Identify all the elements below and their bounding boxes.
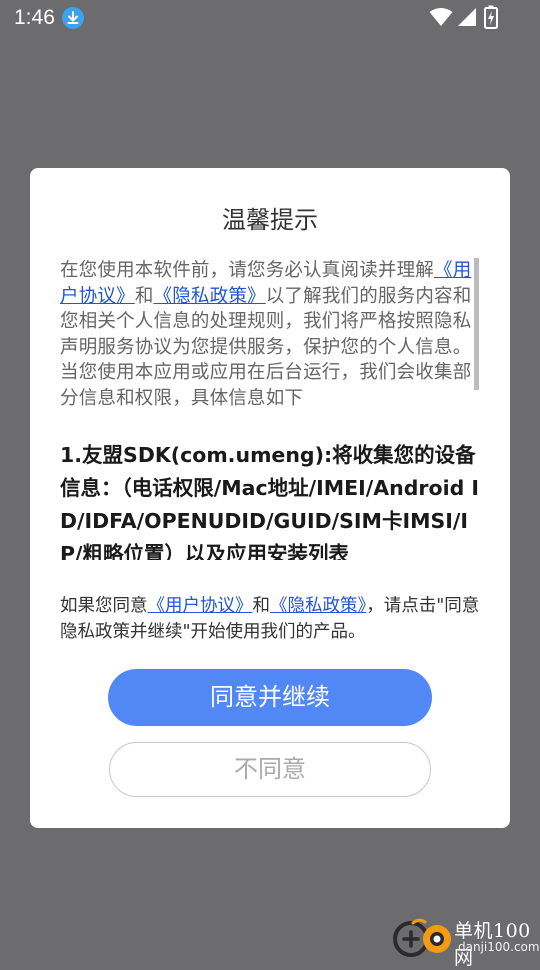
dialog-title: 温馨提示	[222, 206, 318, 234]
wifi-icon	[429, 8, 453, 26]
download-icon	[62, 7, 84, 29]
consent-text-before: 如果您同意	[60, 596, 148, 616]
user-agreement-link-bottom[interactable]: 《用户协议》	[148, 596, 253, 616]
intro-and: 和	[134, 285, 154, 307]
policy-scroll-area[interactable]: 在您使用本软件前，请您务必认真阅读并理解《用户协议》和《隐私政策》以了解我们的服…	[60, 258, 482, 560]
privacy-policy-link[interactable]: 《隐私政策》	[154, 286, 266, 307]
battery-charging-icon	[484, 5, 498, 29]
watermark: 单机100网 danji100.com	[392, 914, 540, 969]
agree-continue-button[interactable]: 同意并继续	[108, 669, 432, 726]
status-bar: 1:46	[0, 0, 540, 36]
status-time: 1:46	[14, 6, 55, 29]
consent-and: 和	[252, 596, 271, 616]
disagree-button[interactable]: 不同意	[109, 742, 431, 797]
signal-icon	[458, 8, 476, 26]
privacy-dialog: 温馨提示 在您使用本软件前，请您务必认真阅读并理解《用户协议》和《隐私政策》以了…	[30, 168, 510, 828]
danji100-logo-icon	[393, 918, 451, 957]
sdk-section-text: 1.友盟SDK(com.umeng):将收集您的设备信息：（电话权限/Mac地址…	[60, 443, 480, 560]
intro-text: 在您使用本软件前，请您务必认真阅读并理解《用户协议》和《隐私政策》以了解我们的服…	[60, 258, 482, 411]
privacy-policy-link-bottom[interactable]: 《隐私政策》	[270, 596, 366, 616]
scrollbar[interactable]	[474, 258, 479, 390]
intro-text-before: 在您使用本软件前，请您务必认真阅读并理解	[60, 260, 435, 281]
consent-text: 如果您同意《用户协议》和《隐私政策》，请点击"同意隐私政策并继续"开始使用我们的…	[60, 593, 482, 645]
watermark-url: danji100.com	[458, 940, 540, 954]
